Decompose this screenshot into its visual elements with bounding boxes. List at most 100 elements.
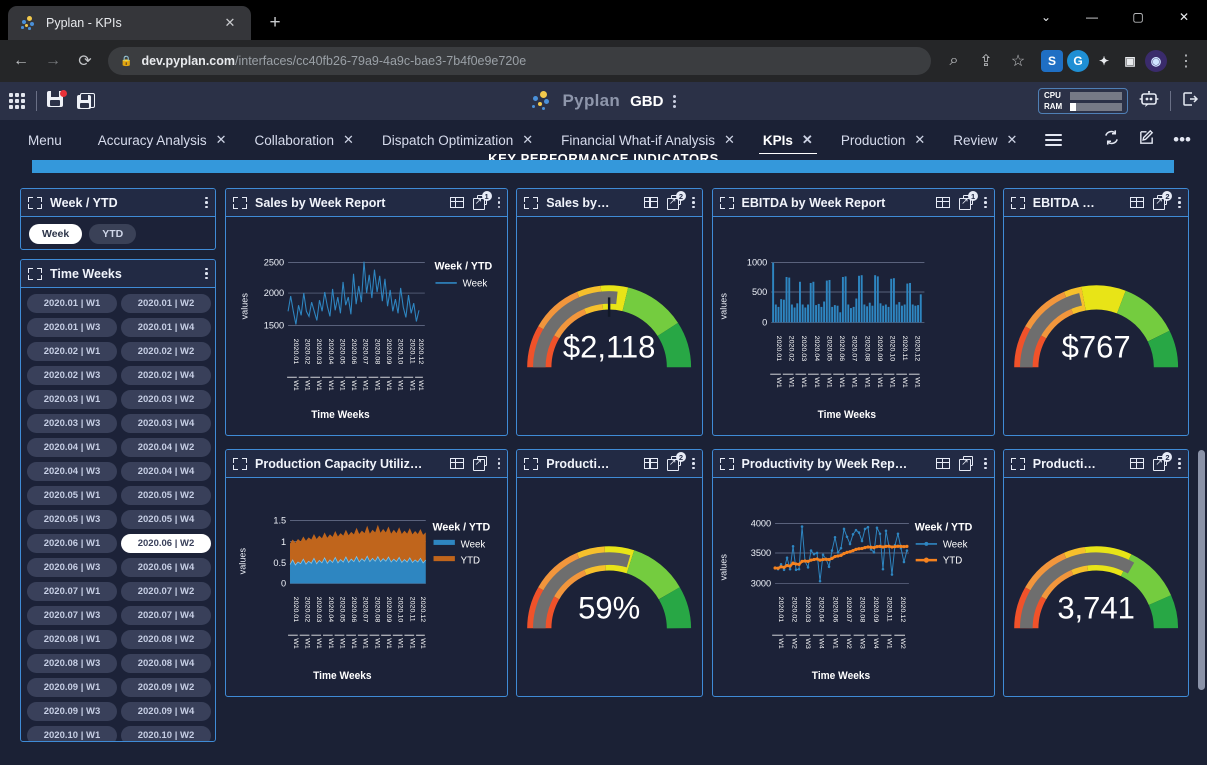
time-week-pill[interactable]: 2020.02 | W3	[27, 366, 117, 385]
time-week-pill[interactable]: 2020.09 | W2	[121, 678, 211, 697]
time-week-pill[interactable]: 2020.06 | W2	[121, 534, 211, 553]
window-minimize-button[interactable]: —	[1069, 0, 1115, 34]
forward-button[interactable]: →	[38, 46, 68, 76]
window-maximize-button[interactable]: ▢	[1115, 0, 1161, 34]
time-week-pill[interactable]: 2020.04 | W4	[121, 462, 211, 481]
chart-ebitda-gauge[interactable]: $767	[1004, 217, 1188, 435]
time-week-pill[interactable]: 2020.05 | W1	[27, 486, 117, 505]
reload-button[interactable]: ⟳	[70, 46, 100, 76]
expand-icon[interactable]	[1010, 196, 1025, 209]
extensions-puzzle-icon[interactable]: ✦	[1093, 50, 1115, 72]
table-icon[interactable]	[449, 458, 464, 469]
export-chart-icon[interactable]	[472, 456, 489, 471]
panel-menu-icon[interactable]	[205, 196, 208, 209]
time-week-pill[interactable]: 2020.09 | W3	[27, 702, 117, 721]
table-icon[interactable]	[449, 197, 464, 208]
chart-productivity-gauge[interactable]: 3,741	[1004, 478, 1188, 696]
table-icon[interactable]	[1130, 197, 1145, 208]
chart-production-capacity-area[interactable]: values 1.5 1 0.5 0 2020.01 2020.02 2020.…	[226, 478, 507, 696]
time-week-pill[interactable]: 2020.04 | W1	[27, 438, 117, 457]
apps-grid-icon[interactable]	[8, 92, 26, 110]
time-week-pill[interactable]: 2020.01 | W3	[27, 318, 117, 337]
time-week-pill[interactable]: 2020.02 | W4	[121, 366, 211, 385]
tab-close-icon[interactable]: ✕	[914, 132, 925, 148]
expand-icon[interactable]	[719, 196, 734, 209]
chart-ebitda-bar[interactable]: values 1000 500 0 2020.01 2020.02 2020.0…	[713, 217, 994, 435]
panel-menu-icon[interactable]	[984, 457, 987, 470]
browser-tab[interactable]: Pyplan - KPIs ✕	[8, 6, 251, 40]
edit-icon[interactable]	[1138, 129, 1155, 151]
new-tab-button[interactable]: +	[261, 9, 289, 37]
address-bar[interactable]: 🔒 dev.pyplan.com/interfaces/cc40fb26-79a…	[108, 47, 931, 75]
expand-icon[interactable]	[28, 196, 42, 209]
time-week-pill[interactable]: 2020.06 | W3	[27, 558, 117, 577]
save-icon[interactable]	[47, 90, 67, 111]
back-button[interactable]: ←	[6, 46, 36, 76]
time-week-pill[interactable]: 2020.02 | W1	[27, 342, 117, 361]
table-icon[interactable]	[936, 458, 951, 469]
chart-productivity-line[interactable]: values 4000 3500 3000 2020.01 2020.02 20…	[713, 478, 994, 696]
time-week-pill[interactable]: 2020.10 | W2	[121, 726, 211, 741]
option-week[interactable]: Week	[29, 224, 83, 244]
extension-square-icon[interactable]: ▣	[1119, 50, 1141, 72]
time-week-pill[interactable]: 2020.04 | W2	[121, 438, 211, 457]
panel-menu-icon[interactable]	[1178, 196, 1181, 209]
time-week-pill[interactable]: 2020.06 | W4	[121, 558, 211, 577]
time-week-pill[interactable]: 2020.04 | W3	[27, 462, 117, 481]
time-week-pill[interactable]: 2020.05 | W3	[27, 510, 117, 529]
chart-sales-gauge[interactable]: $2,118	[517, 217, 701, 435]
extension-g-icon[interactable]: G	[1067, 50, 1089, 72]
time-week-pill[interactable]: 2020.07 | W4	[121, 606, 211, 625]
logout-icon[interactable]	[1181, 90, 1199, 113]
table-icon[interactable]	[643, 458, 658, 469]
search-icon[interactable]: ⌕	[939, 46, 969, 76]
chatbot-icon[interactable]	[1138, 90, 1160, 111]
time-week-pill[interactable]: 2020.05 | W2	[121, 486, 211, 505]
time-week-pill[interactable]: 2020.08 | W1	[27, 630, 117, 649]
panel-menu-icon[interactable]	[205, 267, 208, 280]
chart-sales-line[interactable]: values 2500 2000 1500 2020.01 2020.02 20…	[226, 217, 507, 435]
time-week-pill[interactable]: 2020.07 | W2	[121, 582, 211, 601]
panel-menu-icon[interactable]	[691, 457, 695, 470]
table-icon[interactable]	[643, 197, 658, 208]
export-chart-icon[interactable]: 2	[1153, 191, 1173, 210]
expand-icon[interactable]	[719, 457, 734, 470]
time-week-pill[interactable]: 2020.03 | W2	[121, 390, 211, 409]
option-ytd[interactable]: YTD	[89, 224, 137, 244]
table-icon[interactable]	[936, 197, 951, 208]
time-week-pill[interactable]: 2020.10 | W1	[27, 726, 117, 741]
panel-menu-icon[interactable]	[1178, 457, 1181, 470]
tab-close-icon[interactable]: ✕	[522, 132, 533, 148]
time-week-pill[interactable]: 2020.02 | W2	[121, 342, 211, 361]
share-icon[interactable]: ⇪	[971, 46, 1001, 76]
time-week-pill[interactable]: 2020.06 | W1	[27, 534, 117, 553]
browser-menu-icon[interactable]: ⋮	[1171, 46, 1201, 76]
time-week-pill[interactable]: 2020.08 | W2	[121, 630, 211, 649]
browser-tab-close-icon[interactable]: ✕	[221, 14, 239, 32]
extension-s-icon[interactable]: S	[1041, 50, 1063, 72]
tab-close-icon[interactable]: ✕	[724, 132, 735, 148]
panel-menu-icon[interactable]	[497, 457, 501, 470]
export-chart-icon[interactable]	[959, 456, 975, 471]
export-chart-icon[interactable]: 1	[472, 191, 492, 210]
time-week-pill[interactable]: 2020.09 | W4	[121, 702, 211, 721]
time-week-pill[interactable]: 2020.03 | W1	[27, 390, 117, 409]
expand-icon[interactable]	[524, 196, 539, 209]
export-chart-icon[interactable]: 1	[959, 191, 979, 210]
time-week-pill[interactable]: 2020.01 | W4	[121, 318, 211, 337]
window-close-button[interactable]: ✕	[1161, 0, 1207, 34]
time-week-pill[interactable]: 2020.07 | W3	[27, 606, 117, 625]
time-week-pill[interactable]: 2020.03 | W3	[27, 414, 117, 433]
time-week-pill[interactable]: 2020.01 | W2	[121, 294, 211, 313]
refresh-icon[interactable]	[1103, 129, 1120, 151]
dashboard-scrollbar[interactable]	[1198, 260, 1205, 750]
time-week-pill[interactable]: 2020.03 | W4	[121, 414, 211, 433]
panel-menu-icon[interactable]	[497, 196, 501, 209]
tab-close-icon[interactable]: ✕	[216, 132, 227, 148]
time-week-pill[interactable]: 2020.05 | W4	[121, 510, 211, 529]
expand-icon[interactable]	[233, 196, 247, 209]
export-chart-icon[interactable]: 2	[1153, 452, 1173, 471]
save-copy-icon[interactable]	[77, 92, 95, 110]
bookmark-star-icon[interactable]: ☆	[1003, 46, 1033, 76]
extension-globe-icon[interactable]: ◉	[1145, 50, 1167, 72]
